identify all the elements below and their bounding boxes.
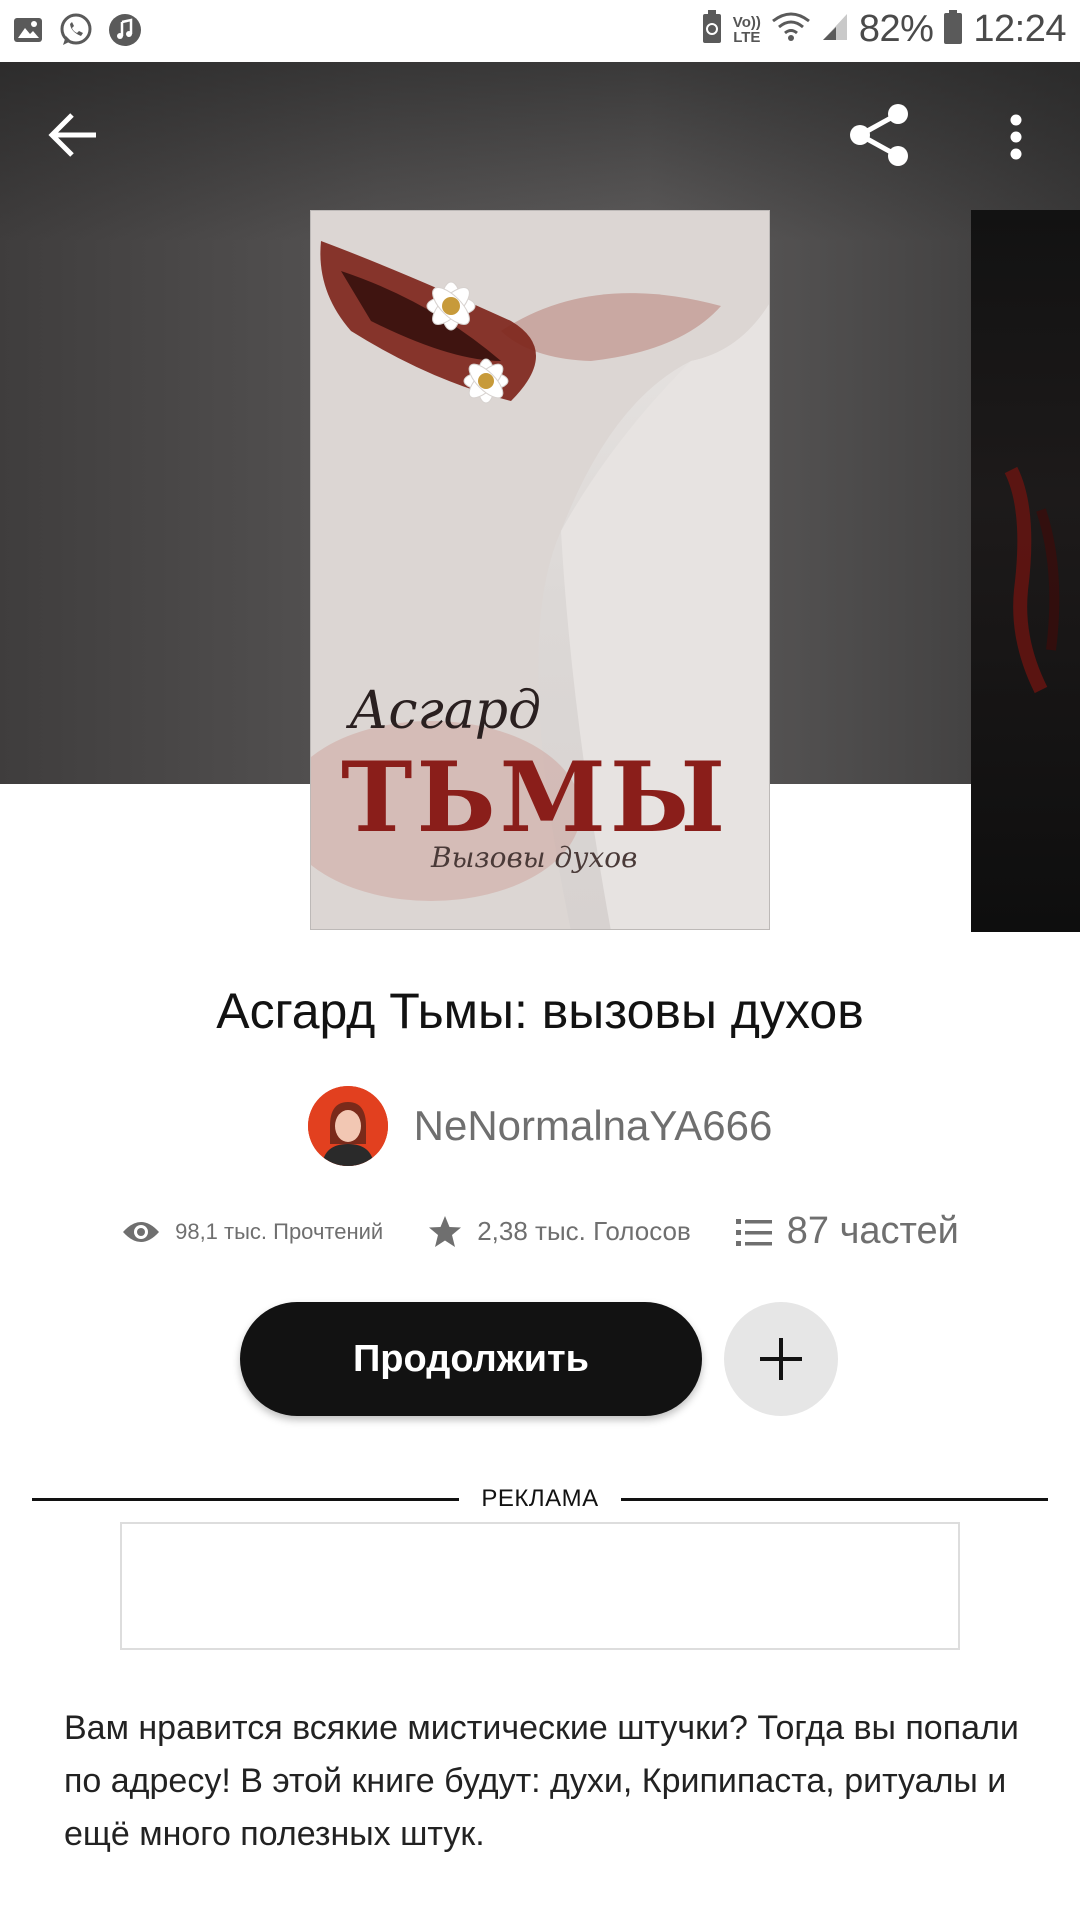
share-button[interactable]: [846, 102, 912, 173]
signal-icon: [821, 12, 849, 47]
arrow-back-icon: [48, 113, 96, 157]
story-description: Вам нравится всякие мистические штучки? …: [64, 1709, 1019, 1853]
cover-script-title: Асгард: [349, 681, 542, 741]
add-to-library-button[interactable]: [724, 1302, 838, 1416]
gallery-icon: [12, 14, 44, 51]
battery-saver-icon: [701, 9, 723, 50]
plus-icon: [760, 1338, 802, 1380]
more-options-button[interactable]: [1002, 112, 1030, 167]
author-name[interactable]: NeNormalnaYA666: [414, 1102, 773, 1150]
ad-divider: РЕКЛАМА: [32, 1484, 1049, 1514]
share-icon: [850, 104, 908, 166]
clock: 12:24: [973, 8, 1066, 50]
divider-line: [32, 1497, 460, 1501]
back-button[interactable]: [44, 110, 104, 165]
continue-reading-button[interactable]: Продолжить: [240, 1302, 702, 1416]
more-vert-icon: [1010, 114, 1022, 160]
lte-label: LTE: [733, 28, 761, 46]
parts-stat[interactable]: 87 частей: [735, 1210, 959, 1253]
list-icon: [735, 1218, 772, 1246]
next-cover-artwork: [1004, 466, 1060, 694]
wifi-icon: [771, 11, 811, 48]
author-avatar-image: [307, 1086, 388, 1166]
ad-slot[interactable]: [120, 1522, 960, 1650]
next-book-cover[interactable]: [971, 210, 1080, 932]
author-row[interactable]: NeNormalnaYA666: [0, 1086, 1080, 1166]
system-indicators: Vo)) LTE 82% 12:24: [701, 8, 1066, 51]
book-cover[interactable]: Асгард ТЬМЫ Вызовы духов: [310, 210, 770, 930]
avatar[interactable]: [307, 1086, 388, 1166]
ad-label: РЕКЛАМА: [481, 1485, 599, 1512]
network-type: Vo)) LTE: [733, 15, 761, 45]
star-icon: [429, 1215, 462, 1247]
battery-icon: [943, 9, 963, 50]
whatsapp-icon: [58, 12, 94, 53]
reads-count: 98,1 тыс. Прочтений: [175, 1218, 384, 1244]
music-icon: [108, 13, 142, 52]
eye-icon: [123, 1221, 160, 1242]
divider-line: [620, 1497, 1049, 1501]
story-stats: 98,1 тыс. Прочтений 2,38 тыс. Голосов 87…: [0, 1210, 1080, 1253]
cover-main-title: ТЬМЫ: [341, 741, 730, 854]
parts-count: 87 частей: [786, 1210, 959, 1252]
status-bar: Vo)) LTE 82% 12:24: [0, 0, 1080, 62]
votes-count: 2,38 тыс. Голосов: [477, 1216, 691, 1246]
story-title: Асгард Тьмы: вызовы духов: [216, 983, 864, 1039]
reads-stat: 98,1 тыс. Прочтений: [121, 1218, 383, 1246]
battery-percent: 82%: [858, 8, 934, 50]
notification-icons: [12, 12, 142, 53]
cover-subtitle: Вызовы духов: [431, 841, 638, 874]
votes-stat: 2,38 тыс. Голосов: [427, 1214, 691, 1250]
